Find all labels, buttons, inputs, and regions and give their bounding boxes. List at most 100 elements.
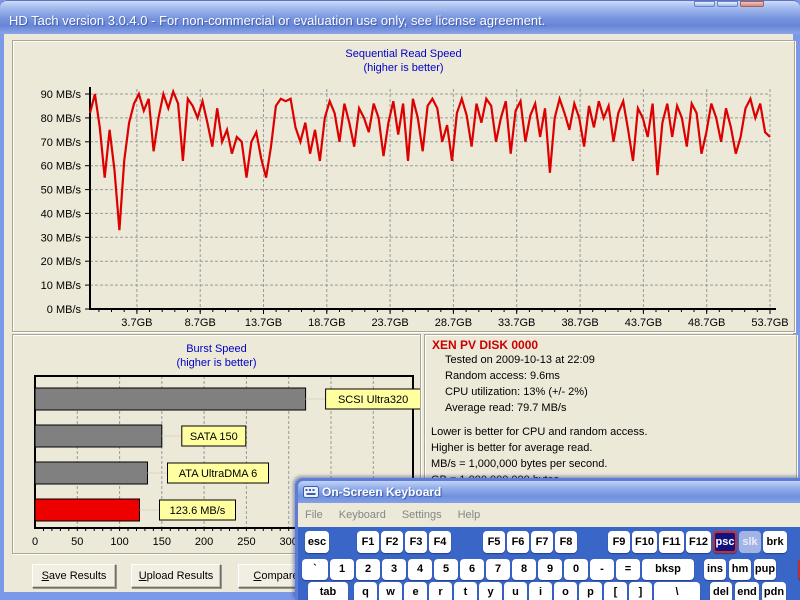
burst-x-tick-label: 200 bbox=[195, 536, 213, 548]
close-button[interactable] bbox=[740, 1, 764, 7]
key-tab[interactable]: tab bbox=[308, 582, 348, 600]
key-4[interactable]: 4 bbox=[408, 559, 432, 580]
key-5[interactable]: 5 bbox=[434, 559, 458, 580]
key-F3[interactable]: F3 bbox=[405, 531, 427, 553]
upload-results-button[interactable]: Upload Results bbox=[131, 564, 221, 588]
key-bksp[interactable]: bksp bbox=[642, 559, 694, 580]
results-info-panel: XEN PV DISK 0000 Tested on 2009-10-13 at… bbox=[424, 334, 797, 480]
burst-x-tick-label: 250 bbox=[237, 536, 255, 548]
key-][interactable]: ] bbox=[629, 582, 652, 600]
key-end[interactable]: end bbox=[735, 582, 759, 600]
y-axis-tick-label: 60 MB/s bbox=[41, 161, 82, 173]
maximize-button[interactable] bbox=[717, 1, 738, 7]
osk-menu-file[interactable]: File bbox=[305, 509, 323, 521]
key-esc[interactable]: esc bbox=[305, 531, 329, 553]
burst-x-tick-label: 100 bbox=[110, 536, 128, 548]
burst-bar bbox=[35, 388, 306, 410]
key-8[interactable]: 8 bbox=[512, 559, 536, 580]
note-line: MB/s = 1,000,000 bytes per second. bbox=[431, 458, 607, 470]
burst-bar bbox=[35, 462, 148, 484]
note-line: Lower is better for CPU and random acces… bbox=[431, 426, 647, 438]
key-pdn[interactable]: pdn bbox=[762, 582, 786, 600]
sequential-read-panel: Sequential Read Speed (higher is better)… bbox=[12, 40, 795, 332]
save-results-label: Save Results bbox=[33, 566, 115, 587]
key-F1[interactable]: F1 bbox=[357, 531, 379, 553]
key-3[interactable]: 3 bbox=[382, 559, 406, 580]
key-o[interactable]: o bbox=[554, 582, 577, 600]
key-1[interactable]: 1 bbox=[330, 559, 354, 580]
key-F11[interactable]: F11 bbox=[659, 531, 684, 553]
key-q[interactable]: q bbox=[354, 582, 377, 600]
keyboard-icon bbox=[303, 486, 319, 498]
y-axis-tick-label: 70 MB/s bbox=[41, 137, 82, 149]
key-r[interactable]: r bbox=[429, 582, 452, 600]
osk-title-bar[interactable]: On-Screen Keyboard bbox=[298, 481, 800, 503]
bar-label: SCSI Ultra320 bbox=[338, 394, 408, 406]
osk-menu-help[interactable]: Help bbox=[458, 509, 481, 521]
key-F4[interactable]: F4 bbox=[429, 531, 451, 553]
key--[interactable]: - bbox=[590, 559, 614, 580]
y-axis-tick-label: 50 MB/s bbox=[41, 185, 82, 197]
key-F6[interactable]: F6 bbox=[507, 531, 529, 553]
key-hm[interactable]: hm bbox=[729, 559, 751, 580]
minimize-button[interactable] bbox=[694, 1, 715, 7]
key-pup[interactable]: pup bbox=[754, 559, 776, 580]
osk-menu-keyboard[interactable]: Keyboard bbox=[339, 509, 386, 521]
cpu-utilization-line: CPU utilization: 13% (+/- 2%) bbox=[445, 386, 588, 398]
key-6[interactable]: 6 bbox=[460, 559, 484, 580]
y-axis-tick-label: 40 MB/s bbox=[41, 208, 82, 220]
key-F9[interactable]: F9 bbox=[608, 531, 630, 553]
key-=[interactable]: = bbox=[616, 559, 640, 580]
y-axis-tick-label: 30 MB/s bbox=[41, 232, 82, 244]
x-axis-tick-label: 48.7GB bbox=[688, 317, 725, 329]
key-backslash[interactable]: \ bbox=[654, 582, 700, 600]
key-brk[interactable]: brk bbox=[763, 531, 787, 553]
osk-menu-bar: File Keyboard Settings Help bbox=[298, 503, 800, 527]
key-t[interactable]: t bbox=[454, 582, 477, 600]
x-axis-tick-label: 18.7GB bbox=[308, 317, 345, 329]
key-F10[interactable]: F10 bbox=[632, 531, 657, 553]
key-u[interactable]: u bbox=[504, 582, 527, 600]
osk-key-area: esc F1F2F3F4 F5F6F7F8 F9F10F11F12pscslkbrk `… bbox=[298, 527, 800, 600]
note-line: Higher is better for average read. bbox=[431, 442, 592, 454]
key-0[interactable]: 0 bbox=[564, 559, 588, 580]
title-bar[interactable]: HD Tach version 3.0.4.0 - For non-commer… bbox=[0, 0, 800, 34]
key-7[interactable]: 7 bbox=[486, 559, 510, 580]
key-F7[interactable]: F7 bbox=[531, 531, 553, 553]
x-axis-tick-label: 43.7GB bbox=[625, 317, 662, 329]
x-axis-tick-label: 8.7GB bbox=[185, 317, 216, 329]
key-[[interactable]: [ bbox=[604, 582, 627, 600]
burst-bar bbox=[35, 425, 162, 447]
osk-window-title: On-Screen Keyboard bbox=[322, 485, 441, 499]
keyboard-row: esc F1F2F3F4 F5F6F7F8 F9F10F11F12pscslkbrk bbox=[298, 531, 800, 553]
key-`[interactable]: ` bbox=[302, 559, 328, 580]
key-2[interactable]: 2 bbox=[356, 559, 380, 580]
window-title: HD Tach version 3.0.4.0 - For non-commer… bbox=[9, 13, 545, 28]
key-F12[interactable]: F12 bbox=[686, 531, 711, 553]
keyboard-row: `1234567890-=bkspinshmpup bbox=[298, 559, 800, 580]
x-axis-tick-label: 38.7GB bbox=[561, 317, 598, 329]
read-speed-line bbox=[90, 92, 770, 231]
key-del[interactable]: del bbox=[710, 582, 732, 600]
x-axis-tick-label: 28.7GB bbox=[435, 317, 472, 329]
key-y[interactable]: y bbox=[479, 582, 502, 600]
save-results-button[interactable]: Save Results bbox=[32, 564, 116, 588]
average-read-line: Average read: 79.7 MB/s bbox=[445, 402, 566, 414]
y-axis-tick-label: 90 MB/s bbox=[41, 89, 82, 101]
osk-menu-settings[interactable]: Settings bbox=[402, 509, 442, 521]
key-9[interactable]: 9 bbox=[538, 559, 562, 580]
key-ins[interactable]: ins bbox=[704, 559, 726, 580]
key-e[interactable]: e bbox=[404, 582, 427, 600]
key-w[interactable]: w bbox=[379, 582, 402, 600]
y-axis-tick-label: 20 MB/s bbox=[41, 256, 82, 268]
key-p[interactable]: p bbox=[579, 582, 602, 600]
key-F8[interactable]: F8 bbox=[555, 531, 577, 553]
on-screen-keyboard-window: On-Screen Keyboard File Keyboard Setting… bbox=[295, 478, 800, 600]
key-i[interactable]: i bbox=[529, 582, 552, 600]
key-psc[interactable]: psc bbox=[713, 531, 737, 553]
key-F5[interactable]: F5 bbox=[483, 531, 505, 553]
bar-label: 123.6 MB/s bbox=[170, 505, 226, 517]
key-slk[interactable]: slk bbox=[739, 531, 761, 553]
keyboard-row: tabqwertyuiop[]\ delendpdn bbox=[298, 582, 800, 600]
key-F2[interactable]: F2 bbox=[381, 531, 403, 553]
